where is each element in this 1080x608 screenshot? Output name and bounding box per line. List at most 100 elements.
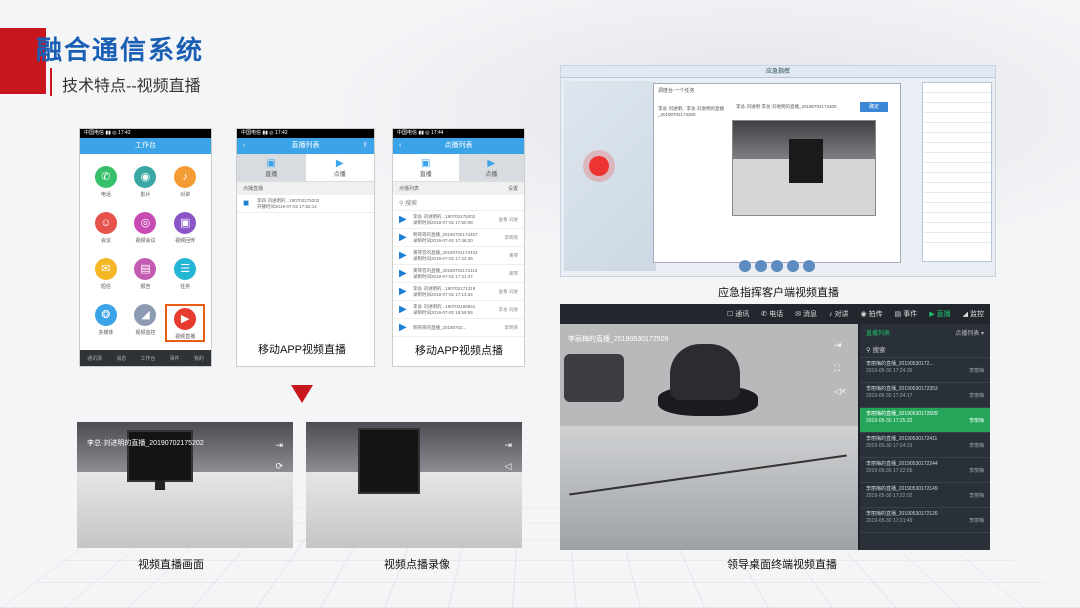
dispatch-title: 应急指挥 <box>561 66 995 78</box>
app-cctv[interactable]: ◢ 视频监控 <box>126 304 166 342</box>
list-item[interactable]: 李丽梅的直播_20190530172509 2019-05-30 17:25:32… <box>860 408 990 433</box>
message-icon[interactable]: ◌ <box>275 482 283 492</box>
list-item[interactable]: ▶ 黄琴音的直播_20190702172433 录制时间2019-07-02 17:… <box>393 247 524 265</box>
app-video[interactable]: ▣ 视频回传 <box>165 212 205 244</box>
phone-icon: ✆ <box>95 166 117 188</box>
list-item[interactable]: 李丽梅的直播_20190530172126 2019-05-30 17:21:49… <box>860 508 990 533</box>
panel-row[interactable] <box>923 83 991 93</box>
dispatch-window: 调度台·一个任务 李总·刘进明、李总·刘进明的直播_20190702173300… <box>653 83 901 263</box>
app-clipboard[interactable]: ☰ 任务 <box>165 258 205 290</box>
page-title: 融合通信系统 <box>36 30 204 67</box>
list-item[interactable]: ▶ 李总·刘进明的...190702165941 录制时间2019-07-02 16… <box>393 301 524 319</box>
nav-item[interactable]: 工作台 <box>140 355 155 362</box>
nav-item[interactable]: 消息 <box>116 355 126 362</box>
tool-icon[interactable] <box>739 260 751 272</box>
panel-row[interactable] <box>923 233 991 243</box>
back-icon[interactable]: ‹ <box>399 138 401 154</box>
app-mic[interactable]: ♪ 对讲 <box>165 166 205 198</box>
nav-mic[interactable]: ♪ 对讲 <box>829 309 849 319</box>
media-icon: ❂ <box>95 304 117 326</box>
search-input[interactable]: ⚲ 搜索 <box>860 341 990 358</box>
app-people[interactable]: ☺ 会议 <box>86 212 126 244</box>
tab-vod-list[interactable]: 点播列表 ▾ <box>955 328 984 337</box>
nav-message[interactable]: ✉ 消息 <box>795 309 817 319</box>
exit-icon[interactable]: ⇥ <box>275 440 283 451</box>
fullscreen-icon[interactable]: ⛶ <box>834 363 846 374</box>
window-header: 调度台·一个任务 <box>654 84 900 97</box>
status-bar: 中国电信 ▮▮ ◎ 17:44 <box>393 129 524 138</box>
list-item[interactable]: 李丽梅的直播_20190530172... 2019-05-30 17:24:36… <box>860 358 990 383</box>
nav-event[interactable]: ▤ 事件 <box>895 309 918 319</box>
panel-row[interactable] <box>923 113 991 123</box>
list-item[interactable]: ▶ 李总·刘进明的...190702171319 录制时间2019-07-02 17… <box>393 283 524 301</box>
list-item[interactable]: 李丽梅的直播_20190530172353 2019-05-30 17:24:17… <box>860 383 990 408</box>
video-icon: ▣ <box>174 212 196 234</box>
panel-row[interactable] <box>923 143 991 153</box>
list-item[interactable]: ▶ 明哥哥的直播_20190702... 李明哥 <box>393 319 524 337</box>
list-item[interactable]: ▶ 黄琴音的直播_20190702172113 录制时间2019-07-02 17:… <box>393 265 524 283</box>
nav-cctv[interactable]: ◢ 监控 <box>963 309 984 319</box>
share-icon[interactable]: ⇪ <box>362 138 368 154</box>
tab-vod[interactable]: ▶ 点播 <box>306 154 375 181</box>
tool-icon[interactable] <box>787 260 799 272</box>
panel-row[interactable] <box>923 153 991 163</box>
tab-live[interactable]: ▣ 直播 <box>237 154 306 181</box>
search-input[interactable]: ⚲ 搜索 <box>393 195 524 211</box>
exit-icon[interactable]: ⇥ <box>834 340 846 351</box>
play-icon: ▶ <box>306 158 375 169</box>
exit-icon[interactable]: ⇥ <box>504 440 512 451</box>
camera-switch-icon[interactable]: ⟳ <box>275 461 283 472</box>
tab-live-list[interactable]: 直播列表 <box>866 328 890 337</box>
message-icon: ✉ <box>795 310 801 318</box>
panel-row[interactable] <box>923 213 991 223</box>
nav-item[interactable]: 事件 <box>170 355 180 362</box>
chevron-down-icon: ▾ <box>981 331 984 337</box>
nav-phone[interactable]: ✆ 电话 <box>761 309 783 319</box>
app-message[interactable]: ✉ 短信 <box>86 258 126 290</box>
panel-row[interactable] <box>923 223 991 233</box>
panel-row[interactable] <box>923 93 991 103</box>
alert-marker-icon[interactable] <box>589 156 609 176</box>
list-header: 点播列表 设置 <box>393 182 524 195</box>
nav-item[interactable]: 我的 <box>194 355 204 362</box>
panel-row[interactable] <box>923 133 991 143</box>
nav-item[interactable]: 通讯录 <box>87 355 102 362</box>
panel-row[interactable] <box>923 193 991 203</box>
panel-row[interactable] <box>923 123 991 133</box>
app-phone[interactable]: ✆ 电话 <box>86 166 126 198</box>
app-webcam[interactable]: ◎ 视频会议 <box>126 212 166 244</box>
list-item[interactable]: 李丽梅的直播_20190530172411 2019-05-30 17:24:23… <box>860 433 990 458</box>
panel-row[interactable] <box>923 163 991 173</box>
tool-icon[interactable] <box>755 260 767 272</box>
contacts-icon: ☐ <box>727 310 733 318</box>
monitor-image <box>789 139 823 183</box>
app-report[interactable]: ▤ 报告 <box>126 258 166 290</box>
app-bar: ‹ 点播列表 <box>393 138 524 154</box>
confirm-button[interactable]: 确定 <box>860 102 888 112</box>
tool-icon[interactable] <box>771 260 783 272</box>
app-camera[interactable]: ◉ 影片 <box>126 166 166 198</box>
back-icon[interactable]: ‹ <box>243 138 245 154</box>
mute-icon[interactable]: ◁× <box>834 386 846 397</box>
tab-vod[interactable]: ▶ 点播 <box>459 154 525 181</box>
cctv-icon: ◢ <box>963 310 968 318</box>
app-media[interactable]: ❂ 多媒体 <box>86 304 126 342</box>
list-item[interactable]: ■ 李四·刘进明的...190702175202 开播时间2019-07-02 1… <box>237 195 374 213</box>
list-item[interactable]: ▶ 明哥哥的直播_20190702174457 录制时间2019-07-02 17:… <box>393 229 524 247</box>
panel-row[interactable] <box>923 183 991 193</box>
panel-row[interactable] <box>923 103 991 113</box>
panel-row[interactable] <box>923 173 991 183</box>
panel-row[interactable] <box>923 203 991 213</box>
tab-live[interactable]: ▣ 直播 <box>393 154 459 181</box>
app-icon-grid: ✆ 电话 ◉ 影片 ♪ 对讲 ☺ 会议 ◎ 视频会议 ▣ 视频回传 ✉ 短信 ▤ 报告 ☰ 任务 ❂ 多媒体 ◢ 视频监控… <box>80 154 211 342</box>
list-item[interactable]: 李丽梅的直播_20190530172149 2019-05-30 17:22:02… <box>860 483 990 508</box>
volume-icon[interactable]: ◁ <box>504 461 512 472</box>
clipboard-icon: ☰ <box>174 258 196 280</box>
list-item[interactable]: 李丽梅的直播_20190530172244 2019-05-30 17:22:56… <box>860 458 990 483</box>
app-live[interactable]: ▶ 视频直播 <box>165 304 205 342</box>
nav-contacts[interactable]: ☐ 通讯 <box>727 309 749 319</box>
nav-camera[interactable]: ◉ 拍传 <box>860 309 882 319</box>
tool-icon[interactable] <box>803 260 815 272</box>
nav-live[interactable]: ▶ 直播 <box>929 309 950 319</box>
list-item[interactable]: ▶ 李总·刘进明的...190702175202 录制时间2019-07-02 17… <box>393 211 524 229</box>
